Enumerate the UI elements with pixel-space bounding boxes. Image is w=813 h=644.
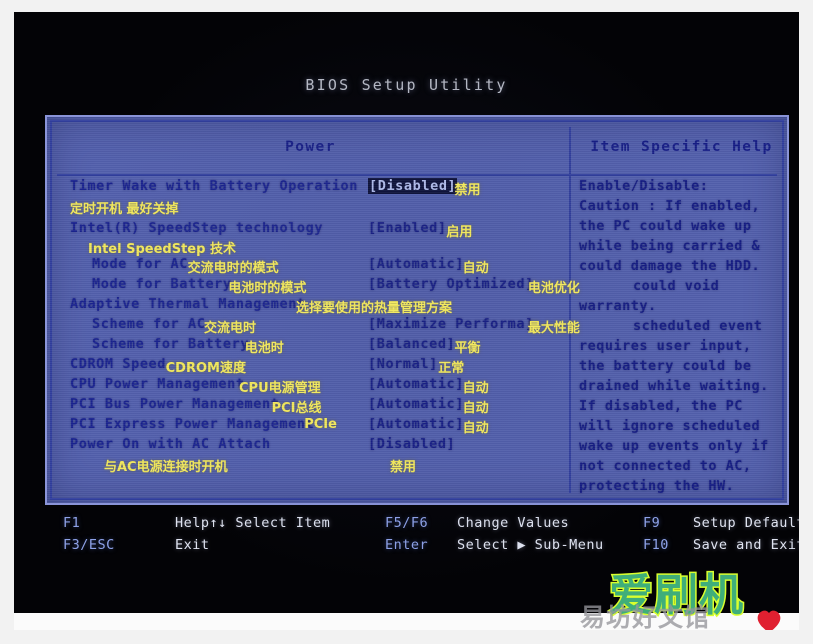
setting-value-selected[interactable]: [Disabled]	[368, 178, 458, 194]
setting-label: PCI Express Power Management	[70, 416, 315, 432]
help-line: the battery could be	[579, 358, 752, 374]
help-line: wake up events only if	[579, 438, 769, 454]
legend-key[interactable]: F1	[63, 515, 80, 531]
annotation-value-cn: 启用	[446, 225, 473, 240]
setting-row[interactable]: Mode for AC [Automatic]	[52, 256, 569, 273]
legend-description: Help↑↓ Select Item	[175, 515, 331, 531]
annotation-value-cn: 最大性能	[527, 321, 580, 336]
heart-icon	[757, 610, 781, 630]
help-line: scheduled event	[633, 318, 763, 334]
watermark-yifanghaowenguan: 易坊好文馆	[580, 603, 711, 630]
setting-value[interactable]: [Balanced]	[368, 336, 455, 352]
setting-value[interactable]: [Disabled]	[368, 436, 455, 452]
annotation-label-cn: PCI总线	[271, 401, 322, 416]
legend-description: Exit	[175, 537, 210, 553]
annotation-label-cn: CDROM速度	[165, 361, 246, 376]
setting-label: Mode for AC	[92, 256, 189, 272]
help-line: drained while waiting.	[579, 378, 769, 394]
help-line: while being carried &	[579, 238, 761, 254]
annotation-value-cn: 正常	[438, 361, 465, 376]
setting-label: CDROM Speed	[70, 356, 167, 372]
setting-label: Intel(R) SpeedStep technology	[70, 220, 324, 236]
setting-label: Power On with AC Attach	[70, 436, 271, 452]
setting-value[interactable]: [Automatic]	[368, 256, 464, 272]
annotation-label-cn: 与AC电源连接时开机	[104, 460, 228, 475]
help-line: requires user input,	[579, 338, 752, 354]
legend-description: Select ▶ Sub-Menu	[457, 537, 604, 553]
annotation-value-cn: 平衡	[454, 341, 481, 356]
annotation-value-cn: 自动	[462, 381, 489, 396]
setting-label: CPU Power Management	[70, 376, 245, 392]
help-line: Caution : If enabled,	[579, 198, 761, 214]
legend-key[interactable]: Enter	[385, 537, 428, 553]
settings-list: Timer Wake with Battery Operation [Disabl…	[52, 178, 580, 508]
setting-value[interactable]: [Enabled]	[368, 220, 447, 236]
annotation-label-cn: PCIe	[304, 417, 337, 432]
annotation-label-cn: 交流电时的模式	[187, 261, 279, 276]
legend-description: Setup Defaults	[693, 515, 799, 531]
setting-row[interactable]: Mode for Battery [Battery Optimized]	[52, 276, 569, 293]
setting-value[interactable]: [Battery Optimized]	[368, 276, 534, 292]
monitor-bezel: BIOS Setup Utility Power Item Specific H…	[14, 12, 799, 630]
setting-row[interactable]: CDROM Speed [Normal]	[52, 356, 569, 373]
annotation-value-cn: 自动	[462, 401, 489, 416]
setting-row[interactable]: Power On with AC Attach [Disabled]	[52, 436, 569, 453]
legend-description: Save and Exit	[693, 537, 799, 553]
setting-row[interactable]: Timer Wake with Battery Operation [Disabl…	[52, 178, 569, 195]
help-line: If disabled, the PC	[579, 398, 743, 414]
help-line: Enable/Disable:	[579, 178, 709, 194]
bios-title: BIOS Setup Utility	[305, 76, 508, 94]
setting-value[interactable]: [Automatic]	[368, 416, 464, 432]
help-line: could damage the HDD.	[579, 258, 761, 274]
setting-value[interactable]: [Maximize Performa]	[368, 316, 534, 332]
annotation-value-cn: 电池优化	[527, 281, 580, 296]
annotation-value-cn: 禁用	[390, 460, 417, 475]
help-line: could void	[633, 278, 720, 294]
annotation-label-cn: Intel SpeedStep 技术	[88, 242, 236, 257]
power-column-title: Power	[285, 139, 336, 155]
legend-key[interactable]: F10	[643, 537, 669, 553]
header-divider	[57, 174, 777, 176]
annotation-value-cn: 禁用	[454, 183, 481, 198]
legend-description: Change Values	[457, 515, 570, 531]
setting-label: Mode for Battery	[92, 276, 232, 292]
item-specific-help: Enable/Disable: Caution : If enabled, the …	[571, 178, 796, 508]
help-line: will ignore scheduled	[579, 418, 761, 434]
annotation-label-cn: 定时开机 最好关掉	[70, 202, 179, 217]
annotation-label-cn: CPU电源管理	[239, 381, 321, 396]
annotation-value-cn: 自动	[462, 261, 489, 276]
annotation-label-cn: 选择要使用的热量管理方案	[296, 301, 453, 316]
legend-key[interactable]: F9	[643, 515, 660, 531]
help-column-title: Item Specific Help	[590, 139, 773, 155]
help-line: not connected to AC,	[579, 458, 752, 474]
annotation-label-cn: 交流电时	[203, 321, 256, 336]
function-key-legend: F1 Help↑↓ Select Item F3/ESC Exit F5/F6 Chang…	[45, 512, 799, 560]
help-line: warranty.	[579, 298, 657, 314]
bios-screenshot: BIOS Setup Utility Power Item Specific H…	[0, 0, 813, 644]
setting-value[interactable]: [Normal]	[368, 356, 438, 372]
setting-label: PCI Bus Power Management	[70, 396, 280, 412]
panel-inner-border: Power Item Specific Help Timer Wake with…	[50, 120, 784, 500]
legend-key[interactable]: F3/ESC	[63, 537, 115, 553]
annotation-label-cn: 电池时	[244, 341, 284, 356]
setting-label: Adaptive Thermal Management	[70, 296, 306, 312]
setting-value[interactable]: [Automatic]	[368, 396, 464, 412]
help-line: protecting the HW.	[579, 478, 735, 494]
setting-row[interactable]: Intel(R) SpeedStep technology [Enabled]	[52, 220, 569, 237]
setting-label: Scheme for AC	[92, 316, 206, 332]
legend-key[interactable]: F5/F6	[385, 515, 428, 531]
bios-main-panel: Power Item Specific Help Timer Wake with…	[45, 115, 789, 505]
setting-label: Timer Wake with Battery Operation	[70, 178, 359, 194]
help-line: the PC could wake up	[579, 218, 752, 234]
setting-row[interactable]: Scheme for Battery [Balanced]	[52, 336, 569, 353]
setting-label: Scheme for Battery	[92, 336, 250, 352]
annotation-value-cn: 自动	[462, 421, 489, 436]
annotation-label-cn: 电池时的模式	[228, 281, 307, 296]
setting-value[interactable]: [Automatic]	[368, 376, 464, 392]
setting-row[interactable]: Scheme for AC [Maximize Performa]	[52, 316, 569, 333]
